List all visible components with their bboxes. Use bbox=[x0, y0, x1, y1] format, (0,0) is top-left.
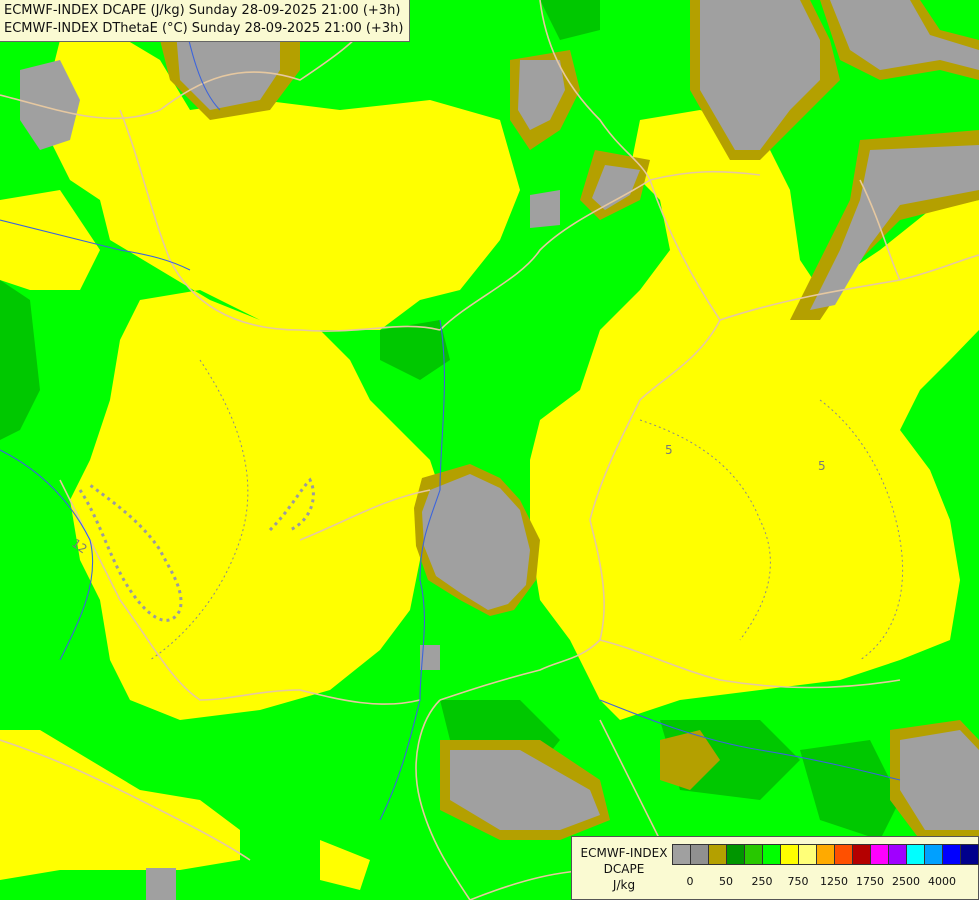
legend-swatch bbox=[906, 844, 925, 865]
legend-model: ECMWF-INDEX bbox=[580, 846, 668, 860]
legend-variable: DCAPE bbox=[603, 862, 645, 876]
legend-unit: J/kg bbox=[612, 878, 636, 892]
legend-tick-label: 1750 bbox=[856, 875, 884, 888]
legend-swatch bbox=[942, 844, 961, 865]
legend-tick-label: 1250 bbox=[820, 875, 848, 888]
legend-swatch bbox=[762, 844, 781, 865]
legend-swatch bbox=[798, 844, 817, 865]
legend-swatch bbox=[816, 844, 835, 865]
legend-swatch bbox=[672, 844, 691, 865]
legend-swatch bbox=[744, 844, 763, 865]
title-dthetae: ECMWF-INDEX DThetaE (°C) Sunday 28-09-20… bbox=[4, 21, 404, 36]
map-title-box: ECMWF-INDEX DCAPE (J/kg) Sunday 28-09-20… bbox=[0, 0, 411, 42]
legend-tick-label: 0 bbox=[686, 875, 694, 888]
legend-swatch bbox=[960, 844, 979, 865]
contour-label: 5 bbox=[665, 443, 673, 457]
legend-swatch bbox=[834, 844, 853, 865]
legend-text: ECMWF-INDEX DCAPE J/kg bbox=[576, 845, 672, 893]
legend-tick-label: 50 bbox=[719, 875, 733, 888]
legend-tick-label: 4000 bbox=[928, 875, 956, 888]
legend-swatch bbox=[726, 844, 745, 865]
legend-swatch bbox=[852, 844, 871, 865]
legend-swatch bbox=[690, 844, 709, 865]
legend-swatch bbox=[870, 844, 889, 865]
legend-swatch bbox=[924, 844, 943, 865]
legend-swatch bbox=[708, 844, 727, 865]
legend-tick-label: 250 bbox=[751, 875, 773, 888]
title-dcape: ECMWF-INDEX DCAPE (J/kg) Sunday 28-09-20… bbox=[4, 3, 401, 18]
legend-tick-label: 2500 bbox=[892, 875, 920, 888]
legend-swatch bbox=[780, 844, 799, 865]
map-canvas: 5 5 12 bbox=[0, 0, 979, 900]
weather-map: 5 5 12 ECMWF-INDEX DCAPE (J/kg) Sunday 2… bbox=[0, 0, 979, 900]
legend-tick-label: 750 bbox=[787, 875, 809, 888]
contour-label: 5 bbox=[818, 459, 826, 473]
color-legend: ECMWF-INDEX DCAPE J/kg 0 50 250 750 1250 1750… bbox=[571, 836, 979, 900]
legend-swatch bbox=[888, 844, 907, 865]
